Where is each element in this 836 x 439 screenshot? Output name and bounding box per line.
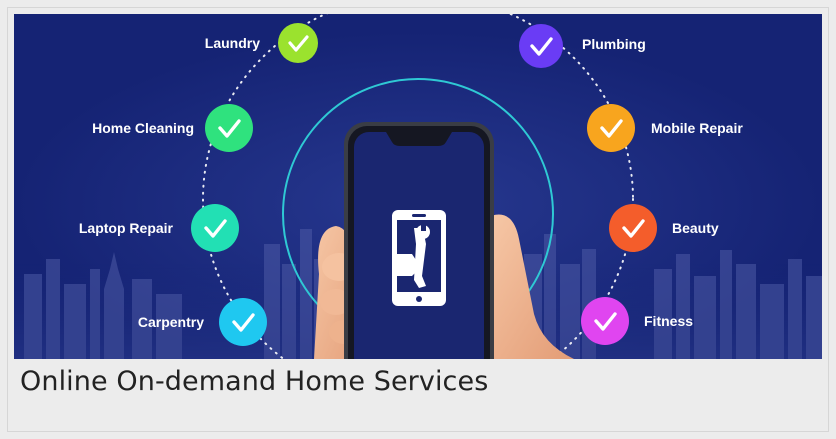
- service-label-fitness: Fitness: [644, 313, 693, 329]
- service-label-beauty: Beauty: [672, 220, 719, 236]
- service-home-cleaning: [205, 104, 253, 152]
- service-label-home-cleaning: Home Cleaning: [92, 120, 194, 136]
- checkmark-icon: [191, 204, 239, 252]
- service-mobile-repair: [587, 104, 635, 152]
- service-label-carpentry: Carpentry: [138, 314, 204, 330]
- checkmark-icon: [519, 24, 563, 68]
- service-carpentry: [219, 298, 267, 346]
- service-beauty: [609, 204, 657, 252]
- checkmark-icon: [219, 298, 267, 346]
- service-fitness: [581, 297, 629, 345]
- home-services-banner: Laundry Home Cleaning Laptop Repair Carp…: [14, 14, 822, 359]
- checkmark-icon: [581, 297, 629, 345]
- service-label-mobile-repair: Mobile Repair: [651, 120, 743, 136]
- checkmark-icon: [609, 204, 657, 252]
- banner-caption: Online On-demand Home Services: [20, 366, 489, 397]
- smartphone-wrench-icon: [392, 210, 446, 306]
- service-label-laundry: Laundry: [205, 35, 260, 51]
- checkmark-icon: [205, 104, 253, 152]
- service-plumbing: [519, 24, 563, 68]
- service-laptop-repair: [191, 204, 239, 252]
- service-label-laptop-repair: Laptop Repair: [79, 220, 174, 236]
- checkmark-icon: [587, 104, 635, 152]
- checkmark-icon: [278, 23, 318, 63]
- service-laundry: [278, 23, 318, 63]
- service-label-plumbing: Plumbing: [582, 36, 646, 52]
